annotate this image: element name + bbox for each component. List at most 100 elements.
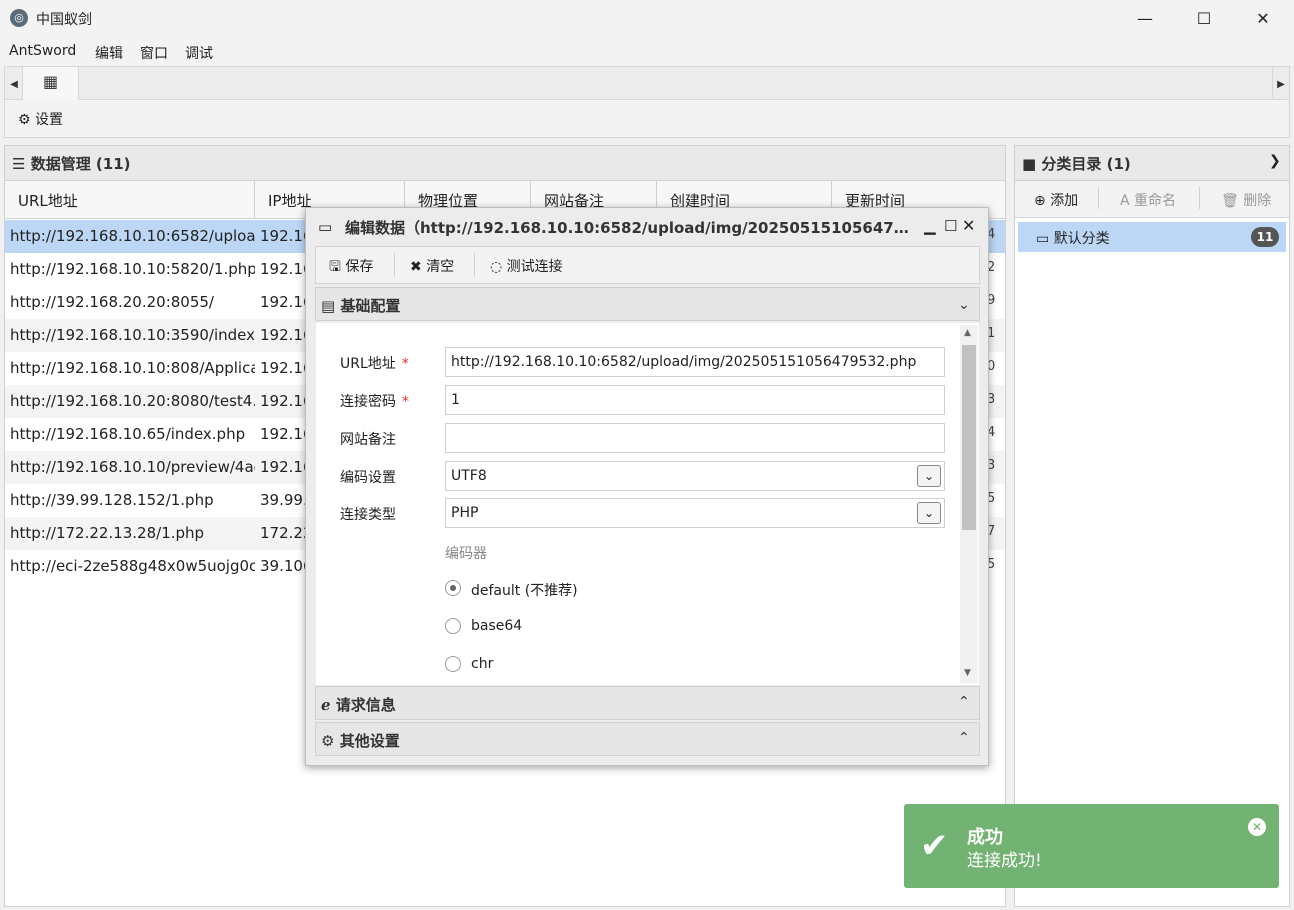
category-item-label: ▭ 默认分类	[1036, 231, 1110, 247]
chevron-down-icon[interactable]: ⌄	[917, 502, 941, 524]
encoder-base64-radio[interactable]	[445, 618, 461, 634]
toolbar-divider	[394, 253, 395, 277]
collapse-panel-icon[interactable]: ❯	[1269, 153, 1281, 169]
menu-window[interactable]: 窗口	[140, 43, 168, 63]
encoding-field-label: 编码设置	[340, 470, 396, 486]
section-basic-title: ▤ 基础配置	[321, 297, 401, 315]
spinner-icon: ◌	[490, 259, 503, 275]
cell-url: http://172.22.13.28/1.php	[10, 524, 205, 542]
chevron-up-icon: ⌃	[958, 730, 970, 746]
document-icon: ▤	[321, 297, 336, 315]
main-toolbar	[4, 100, 1290, 138]
app-logo-icon: ◎	[10, 9, 28, 27]
toolbar-divider	[474, 253, 475, 277]
section-other-header[interactable]	[315, 722, 980, 756]
encoder-chr-radio[interactable]	[445, 656, 461, 672]
menu-edit[interactable]: 编辑	[95, 43, 123, 63]
encoding-select[interactable]: UTF8 ⌄	[445, 461, 945, 491]
encoder-default-label[interactable]: default (不推荐)	[471, 580, 578, 600]
data-panel-title: ☰ 数据管理 (11)	[12, 155, 131, 173]
type-field-label: 连接类型	[340, 507, 396, 523]
test-connection-button[interactable]: ◌ 测试连接	[490, 256, 563, 276]
gears-icon: ⚙	[321, 732, 335, 750]
data-panel-header	[4, 145, 1006, 181]
list-icon: ☰	[12, 155, 26, 173]
cell-url: http://192.168.10.10:5820/1.php	[10, 260, 255, 278]
cell-url: http://192.168.10.10:808/Application	[10, 359, 255, 377]
url-input[interactable]: http://192.168.10.10:6582/upload/img/202…	[445, 347, 945, 377]
note-field-label: 网站备注	[340, 432, 396, 448]
chevron-up-icon: ⌃	[958, 694, 970, 710]
chevron-down-icon: ⌄	[958, 297, 970, 313]
scroll-down-icon[interactable]: ▼	[964, 668, 971, 678]
window-icon: ▭	[318, 218, 333, 236]
settings-button[interactable]: ⚙ 设置	[18, 109, 63, 129]
trash-icon: 🗑	[1221, 193, 1239, 209]
cell-url: http://192.168.20.20:8055/	[10, 293, 214, 311]
column-url[interactable]: URL地址	[18, 190, 78, 211]
toast-message: 连接成功!	[967, 851, 1042, 871]
chevron-down-icon[interactable]: ⌄	[917, 465, 941, 487]
cell-url: http://192.168.10.10:6582/upload/img/202…	[10, 227, 255, 245]
category-count-badge: 11	[1251, 227, 1279, 247]
encoder-chr-label[interactable]: chr	[471, 656, 493, 672]
folder-outline-icon: ▭	[1036, 231, 1050, 247]
settings-label: 设置	[35, 112, 64, 128]
cell-url: http://39.99.128.152/1.php	[10, 491, 214, 509]
password-field-label: 连接密码 *	[340, 394, 409, 410]
encoder-label: 编码器	[445, 546, 487, 562]
plus-circle-icon: ⊕	[1034, 193, 1046, 209]
category-panel-title: ■ 分类目录 (1)	[1022, 155, 1131, 173]
menu-debug[interactable]: 调试	[185, 43, 213, 63]
gear-icon: ⚙	[18, 112, 31, 128]
toolbar-divider	[1098, 187, 1099, 209]
maximize-button[interactable]: ☐	[1175, 0, 1233, 38]
title-bar	[0, 0, 1294, 38]
dialog-maximize-button[interactable]: ☐	[944, 217, 957, 235]
success-toast	[904, 804, 1279, 888]
url-field-label: URL地址 *	[340, 356, 409, 372]
cell-url: http://192.168.10.10/preview/4ae	[10, 458, 255, 476]
type-select[interactable]: PHP ⌄	[445, 498, 945, 528]
toast-close-icon[interactable]: ✕	[1248, 818, 1266, 836]
close-window-button[interactable]: ✕	[1234, 0, 1292, 38]
encoder-default-radio[interactable]	[445, 580, 461, 596]
clear-button[interactable]: ✖ 清空	[410, 256, 454, 276]
minimize-button[interactable]: —	[1116, 0, 1174, 38]
scroll-up-icon[interactable]: ▲	[964, 328, 971, 338]
floppy-icon: 🖫	[329, 259, 341, 275]
dialog-minimize-button[interactable]: ▁	[924, 217, 936, 235]
toolbar-divider	[1199, 187, 1200, 209]
section-other-title: ⚙ 其他设置	[321, 732, 400, 750]
delete-category-button[interactable]: 🗑 删除	[1221, 190, 1271, 210]
tab-scroll-right-icon[interactable]: ▶	[1272, 68, 1289, 98]
save-button[interactable]: 🖫 保存	[329, 256, 373, 280]
tab-strip	[4, 66, 1290, 100]
note-input[interactable]	[445, 423, 945, 453]
tab-home-grid-icon[interactable]: ▦	[22, 67, 79, 100]
window-title: 中国蚁剑	[36, 12, 92, 28]
rename-category-button[interactable]: A 重命名	[1120, 190, 1176, 210]
dialog-title: 编辑数据（http://192.168.10.10:6582/upload/im…	[345, 219, 915, 237]
category-panel	[1014, 145, 1290, 907]
dialog-close-button[interactable]: ✕	[962, 216, 975, 235]
scrollbar-thumb[interactable]	[962, 345, 976, 530]
check-icon: ✔	[920, 826, 949, 866]
password-input[interactable]: 1	[445, 385, 945, 415]
section-request-header[interactable]	[315, 686, 980, 720]
tab-scroll-left-icon[interactable]: ◀	[6, 68, 22, 98]
menu-antsword[interactable]: AntSword	[9, 43, 76, 59]
cell-url: http://192.168.10.10:3590/index.php	[10, 326, 255, 344]
cell-url: http://eci-2ze588g48x0w5uojg0c8	[10, 557, 255, 575]
times-icon: ✖	[410, 259, 422, 275]
cell-url: http://192.168.10.65/index.php	[10, 425, 246, 443]
column-divider[interactable]	[254, 181, 255, 218]
browser-icon: ℯ	[321, 696, 331, 714]
add-category-button[interactable]: ⊕ 添加	[1034, 190, 1078, 210]
section-request-title: ℯ 请求信息	[321, 696, 396, 714]
encoder-base64-label[interactable]: base64	[471, 618, 522, 634]
folder-icon: ■	[1022, 155, 1037, 173]
font-icon: A	[1120, 193, 1130, 209]
cell-url: http://192.168.10.20:8080/test4.jsp	[10, 392, 255, 410]
section-basic-header[interactable]	[315, 287, 980, 321]
